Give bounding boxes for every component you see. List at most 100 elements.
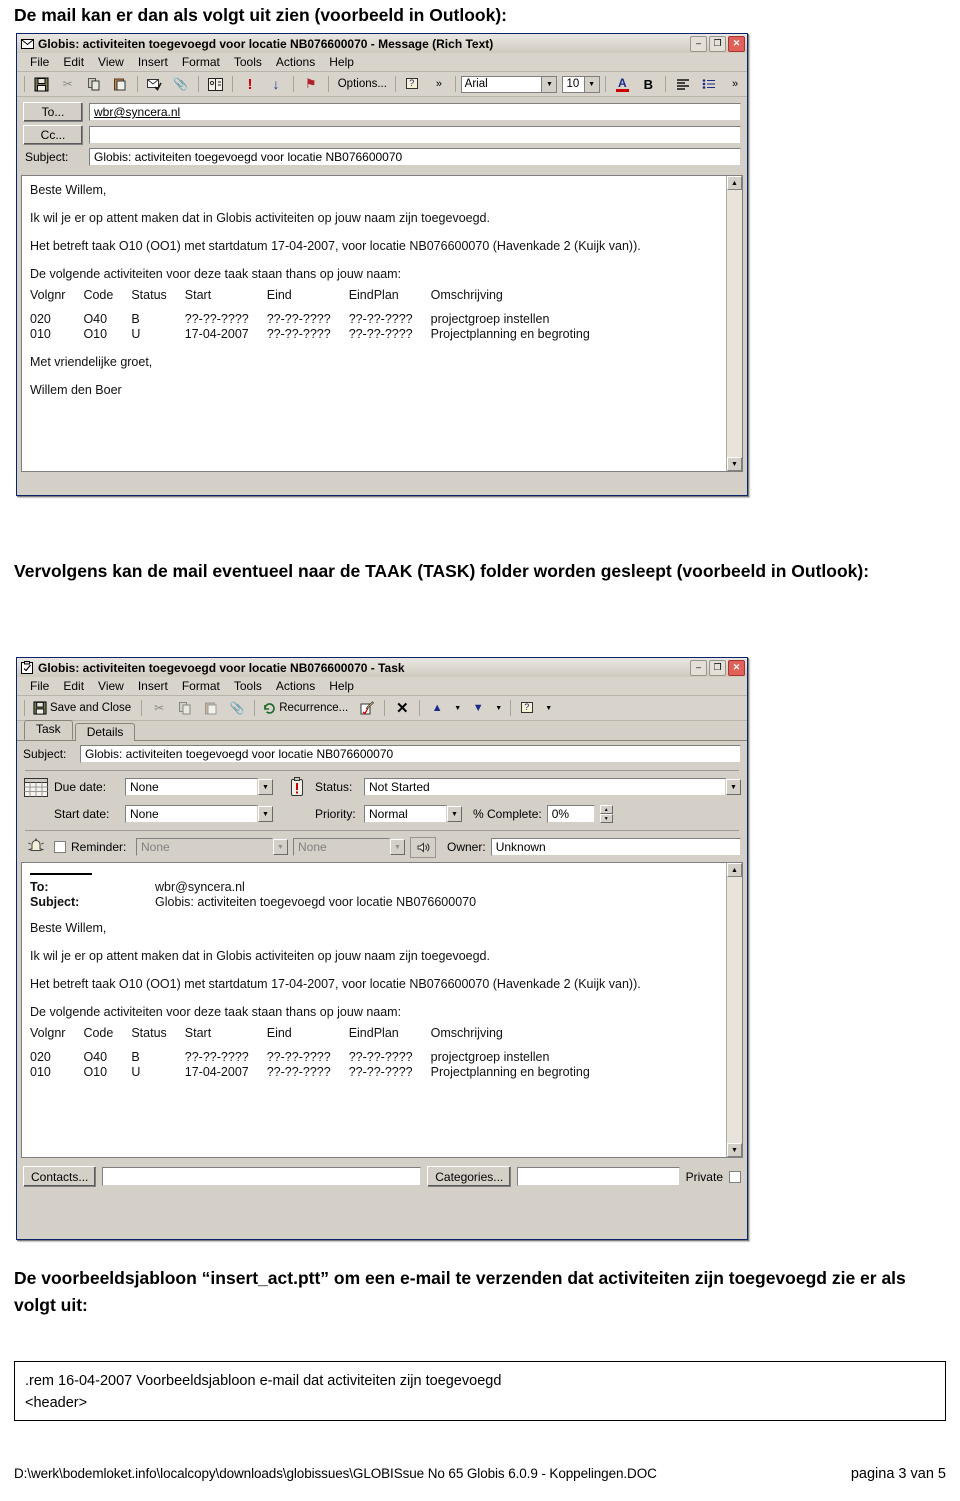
menu-item-file[interactable]: File — [23, 679, 56, 693]
toolbar-grip[interactable] — [24, 76, 25, 92]
scroll-down-icon[interactable]: ▼ — [727, 457, 742, 471]
menu-item-edit[interactable]: Edit — [56, 55, 91, 69]
message-window-titlebar[interactable]: Globis: activiteiten toegevoegd voor loc… — [17, 34, 747, 53]
status-value[interactable]: Not Started — [364, 778, 726, 796]
menu-item-help[interactable]: Help — [322, 55, 361, 69]
menu-item-tools[interactable]: Tools — [227, 679, 269, 693]
minimize-button[interactable]: – — [690, 659, 707, 676]
chevron-down-icon[interactable]: ▼ — [583, 76, 599, 92]
contacts-button[interactable]: Contacts... — [23, 1166, 97, 1187]
menu-item-insert[interactable]: Insert — [131, 679, 175, 693]
copy-icon[interactable] — [173, 698, 197, 718]
contacts-input[interactable] — [102, 1167, 422, 1186]
percent-complete-input[interactable]: 0% — [546, 805, 595, 823]
toolbar-overflow-icon[interactable]: » — [427, 74, 451, 94]
cut-icon[interactable]: ✂ — [56, 74, 80, 94]
menu-item-format[interactable]: Format — [175, 679, 227, 693]
priority-value[interactable]: Normal — [364, 805, 447, 823]
check-names-icon[interactable] — [143, 74, 167, 94]
bold-button[interactable]: B — [636, 74, 660, 94]
menu-item-view[interactable]: View — [91, 55, 131, 69]
high-importance-icon[interactable]: ! — [238, 74, 262, 94]
help-dropdown-icon[interactable]: ▼ — [542, 698, 555, 718]
menu-item-format[interactable]: Format — [175, 55, 227, 69]
close-button[interactable]: ✕ — [728, 35, 745, 52]
task-body-text[interactable]: To: wbr@syncera.nl Subject: Globis: acti… — [22, 863, 726, 1157]
due-date-combo[interactable]: None ▼ — [125, 778, 273, 796]
scroll-down-icon[interactable]: ▼ — [727, 1143, 742, 1157]
task-window-titlebar[interactable]: Globis: activiteiten toegevoegd voor loc… — [17, 658, 747, 677]
to-input[interactable]: wbr@syncera.nl — [89, 103, 741, 121]
categories-button[interactable]: Categories... — [427, 1166, 512, 1187]
save-and-close-button[interactable]: Save and Close — [30, 698, 136, 718]
chevron-down-icon[interactable]: ▼ — [541, 76, 557, 92]
categories-input[interactable] — [517, 1167, 680, 1186]
paste-icon[interactable] — [108, 74, 132, 94]
stepper-down-icon[interactable]: ▼ — [599, 814, 613, 823]
help-icon[interactable]: ? — [401, 74, 425, 94]
cut-icon[interactable]: ✂ — [147, 698, 171, 718]
scroll-up-icon[interactable]: ▲ — [727, 176, 742, 190]
previous-item-dropdown-icon[interactable]: ▼ — [451, 698, 464, 718]
chevron-down-icon[interactable]: ▼ — [258, 779, 273, 795]
chevron-down-icon[interactable]: ▼ — [447, 806, 462, 822]
sound-icon[interactable] — [410, 836, 436, 858]
address-book-icon[interactable] — [203, 74, 227, 94]
help-icon[interactable]: ? — [516, 698, 540, 718]
reminder-checkbox[interactable] — [54, 841, 66, 853]
start-date-value[interactable]: None — [125, 805, 258, 823]
due-date-value[interactable]: None — [125, 778, 258, 796]
task-body-scrollbar[interactable]: ▲ ▼ — [726, 863, 742, 1157]
attach-file-icon[interactable]: 📎 — [225, 698, 249, 718]
scroll-up-icon[interactable]: ▲ — [727, 863, 742, 877]
toolbar-grip[interactable] — [24, 700, 25, 716]
chevron-down-icon[interactable]: ▼ — [390, 839, 405, 855]
cc-button[interactable]: Cc... — [23, 125, 83, 145]
minimize-button[interactable]: – — [690, 35, 707, 52]
to-button[interactable]: To... — [23, 102, 83, 122]
low-importance-icon[interactable]: ↓ — [264, 74, 288, 94]
flag-icon[interactable]: ⚑ — [299, 74, 323, 94]
recurrence-button[interactable]: Recurrence... — [260, 698, 353, 718]
menu-item-actions[interactable]: Actions — [269, 679, 322, 693]
tab-details[interactable]: Details — [74, 723, 136, 741]
paste-icon[interactable] — [199, 698, 223, 718]
menu-item-tools[interactable]: Tools — [227, 55, 269, 69]
reminder-date-value[interactable]: None — [136, 838, 273, 856]
font-color-icon[interactable]: A — [610, 74, 634, 94]
next-item-icon[interactable]: ▼ — [466, 698, 490, 718]
status-combo[interactable]: Not Started ▼ — [364, 778, 741, 796]
font-size-combo[interactable]: 10 ▼ — [562, 75, 600, 93]
menu-item-view[interactable]: View — [91, 679, 131, 693]
chevron-down-icon[interactable]: ▼ — [726, 779, 741, 795]
message-body-scrollbar[interactable]: ▲ ▼ — [726, 176, 742, 471]
priority-combo[interactable]: Normal ▼ — [364, 805, 462, 823]
assign-task-icon[interactable] — [355, 698, 379, 718]
task-subject-input[interactable]: Globis: activiteiten toegevoegd voor loc… — [80, 745, 741, 763]
attach-file-icon[interactable]: 📎 — [169, 74, 193, 94]
align-left-icon[interactable] — [671, 74, 695, 94]
formatting-toolbar-grip[interactable] — [454, 76, 456, 92]
next-item-dropdown-icon[interactable]: ▼ — [492, 698, 505, 718]
bullets-icon[interactable] — [697, 74, 721, 94]
chevron-down-icon[interactable]: ▼ — [273, 839, 288, 855]
maximize-button[interactable]: ❐ — [709, 35, 726, 52]
menu-item-file[interactable]: File — [23, 55, 56, 69]
reminder-date-combo[interactable]: None ▼ — [136, 838, 288, 856]
options-button[interactable]: Options... — [334, 74, 391, 94]
stepper-up-icon[interactable]: ▲ — [599, 805, 613, 814]
delete-icon[interactable]: ✕ — [390, 698, 414, 718]
menu-item-insert[interactable]: Insert — [131, 55, 175, 69]
chevron-down-icon[interactable]: ▼ — [258, 806, 273, 822]
copy-icon[interactable] — [82, 74, 106, 94]
previous-item-icon[interactable]: ▲ — [425, 698, 449, 718]
reminder-time-value[interactable]: None — [293, 838, 390, 856]
private-checkbox[interactable] — [729, 1170, 741, 1183]
maximize-button[interactable]: ❐ — [709, 659, 726, 676]
font-name-combo[interactable]: Arial ▼ — [460, 75, 558, 93]
start-date-combo[interactable]: None ▼ — [125, 805, 273, 823]
tab-task[interactable]: Task — [24, 720, 73, 740]
cc-input[interactable] — [89, 126, 741, 144]
save-icon[interactable] — [30, 74, 54, 94]
menu-item-help[interactable]: Help — [322, 679, 361, 693]
